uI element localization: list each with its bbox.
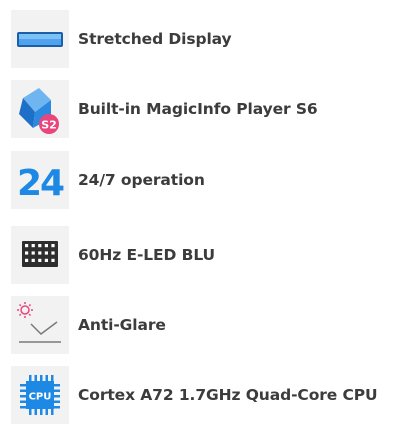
stretched-display-icon bbox=[11, 10, 69, 68]
feature-label: Anti-Glare bbox=[78, 316, 166, 334]
cpu-icon: CPU bbox=[11, 366, 69, 424]
badge-text: S2 bbox=[41, 119, 57, 132]
eled-blu-icon bbox=[11, 226, 69, 284]
feature-anti-glare: Anti-Glare bbox=[11, 296, 401, 354]
operation-number: 24 bbox=[17, 163, 64, 204]
feature-label: Cortex A72 1.7GHz Quad-Core CPU bbox=[78, 386, 378, 404]
magicinfo-player-icon: S2 bbox=[11, 80, 69, 138]
operation-24-icon: 24 bbox=[11, 151, 69, 209]
feature-label: 24/7 operation bbox=[78, 171, 205, 189]
feature-24-7: 24 24/7 operation bbox=[11, 151, 401, 209]
feature-cpu: CPU Cortex A72 1.7GHz Quad-Core CPU bbox=[11, 366, 401, 424]
feature-stretched-display: Stretched Display bbox=[11, 10, 401, 68]
anti-glare-icon bbox=[11, 296, 69, 354]
cpu-chip-text: CPU bbox=[29, 392, 52, 403]
feature-eled: 60Hz E-LED BLU bbox=[11, 226, 401, 284]
feature-magicinfo: S2 Built-in MagicInfo Player S6 bbox=[11, 80, 401, 138]
feature-label: Stretched Display bbox=[78, 30, 232, 48]
feature-label: Built-in MagicInfo Player S6 bbox=[78, 100, 318, 118]
feature-list: Stretched Display S2 Built-in MagicInfo … bbox=[0, 0, 401, 424]
feature-label: 60Hz E-LED BLU bbox=[78, 246, 216, 264]
